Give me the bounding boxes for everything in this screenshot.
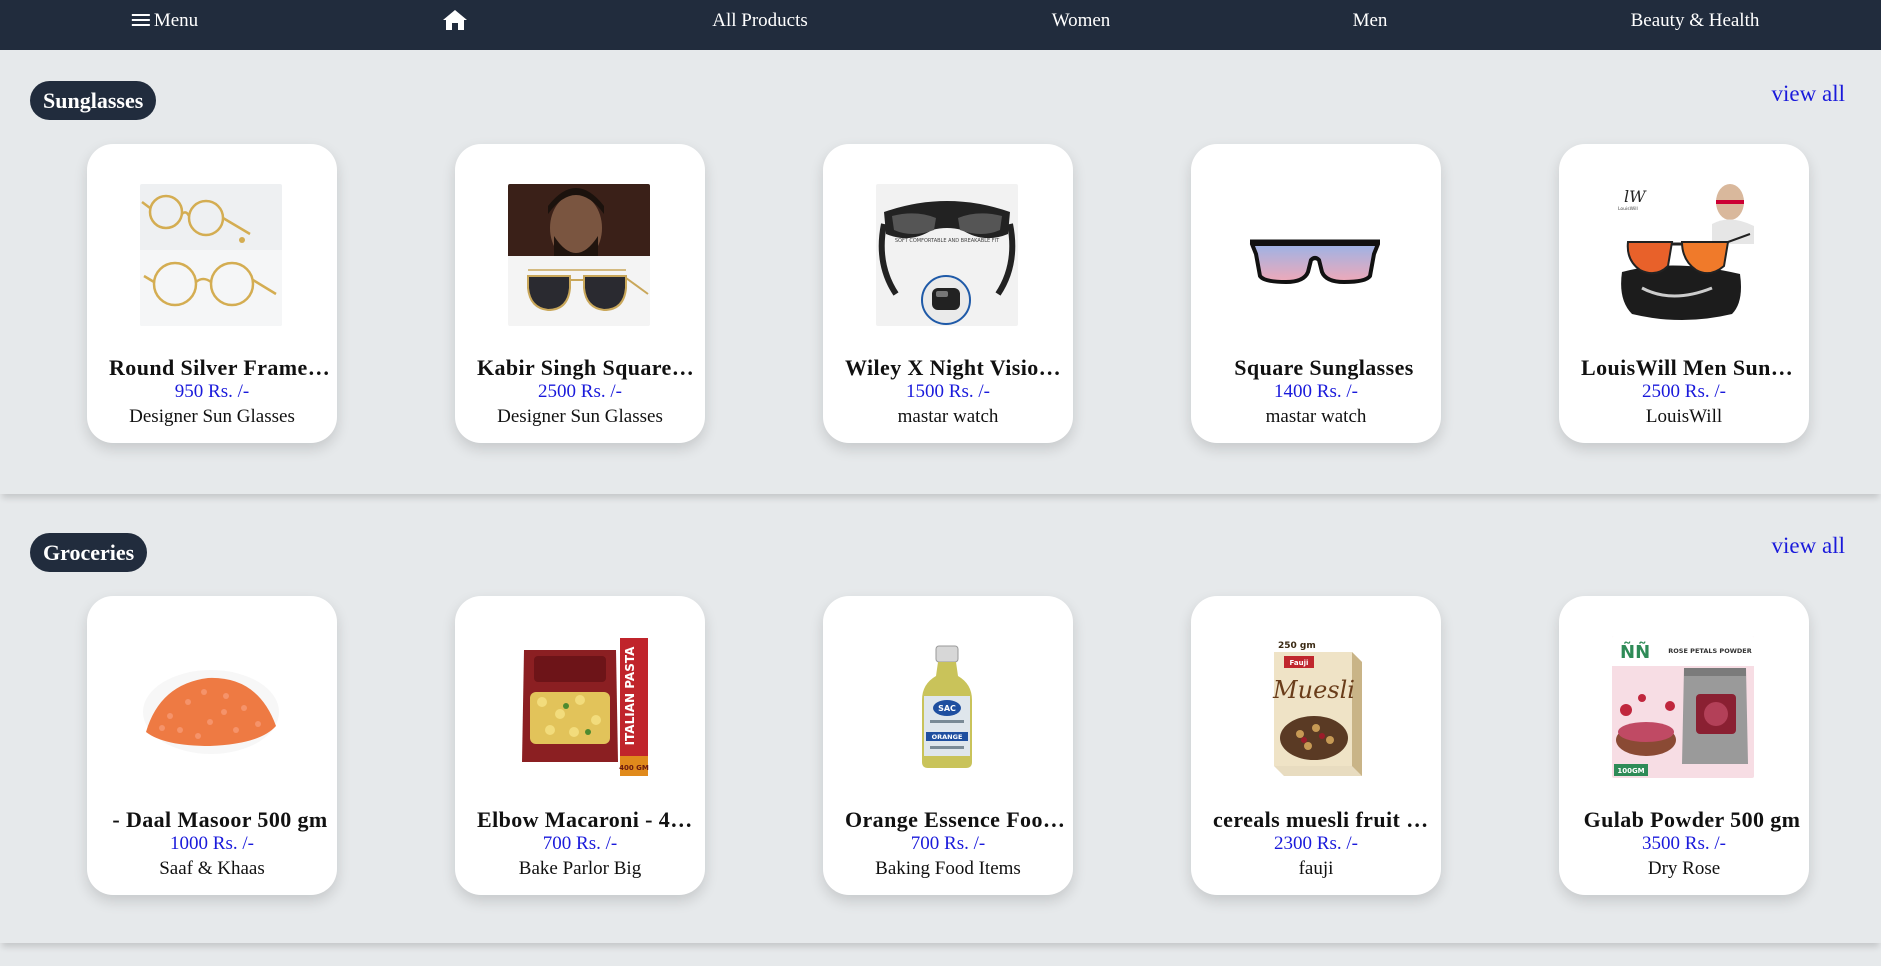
package-label-text: ITALIAN PASTA [623,646,637,746]
bottle-brand-text: SAC [938,704,956,713]
product-price: 3500 Rs. /- [1642,833,1726,854]
product-image: 250 gm Fauji Muesli [1244,636,1386,778]
product-card[interactable]: Kabir Singh Square Sunglasses 2500 Rs. /… [455,144,705,443]
brand-logo-text: LouisWill [1618,206,1638,212]
product-price: 1500 Rs. /- [906,381,990,402]
package-weight-text: 400 GM [619,764,649,772]
product-image: lW LouisWill [1612,184,1754,326]
brand-logo-mark: lW [1624,187,1647,206]
product-name: - Daal Masoor 500 gm [112,807,328,832]
product-name: Elbow Macaroni - 400 gm [477,807,699,832]
seller-logo: ÑÑ [1620,640,1650,663]
product-card[interactable]: SAC ORANGE Orange Essence Food Flavour 7… [823,596,1073,895]
product-price: 700 Rs. /- [542,833,618,854]
product-name: Kabir Singh Square Sunglasses [477,355,699,380]
product-name: LouisWill Men Sunglasses [1581,355,1803,380]
product-image: ITALIAN PASTA 400 GM [508,636,650,778]
section-title: Sunglasses [30,81,157,120]
nav-women[interactable]: Women [1052,0,1111,42]
product-price: 1000 Rs. /- [170,833,254,854]
package-weight-text: 100GM [1617,767,1644,775]
box-title-text: Muesli [1272,676,1355,704]
product-name: Wiley X Night Vision Glasses [845,355,1067,380]
nav-all-products[interactable]: All Products [712,0,808,42]
product-card[interactable]: SOFT COMFORTABLE AND BREAKABLE FIT Wiley… [823,144,1073,443]
home-icon [443,9,467,30]
product-card[interactable]: - Daal Masoor 500 gm 1000 Rs. /- Saaf & … [87,596,337,895]
product-card[interactable]: ITALIAN PASTA 400 GM Elbow Macaroni - 40… [455,596,705,895]
product-price: 700 Rs. /- [910,833,986,854]
product-price: 2300 Rs. /- [1274,833,1358,854]
home-button[interactable] [442,0,468,42]
section-sunglasses: Sunglasses view all Round Silver Frame S… [0,67,1881,494]
product-brand: Designer Sun Glasses [497,406,663,427]
product-image: SAC ORANGE [876,636,1018,778]
product-image [140,636,282,778]
product-image [508,184,650,326]
box-brand-text: Fauji [1290,659,1309,667]
menu-label: Menu [153,10,199,31]
product-brand: Dry Rose [1647,858,1721,879]
product-card[interactable]: Square Sunglasses 1400 Rs. /- mastar wat… [1191,144,1441,443]
section-groceries: Groceries view all - Daal Masoor 500 gm … [0,519,1881,943]
product-image [1244,184,1386,326]
bottle-label-text: ORANGE [932,733,963,741]
product-brand: mastar watch [1265,406,1367,427]
product-card[interactable]: Round Silver Frame Sunglasses 950 Rs. /-… [87,144,337,443]
product-card[interactable]: lW LouisWill LouisWill Men Sunglasses 25… [1559,144,1809,443]
product-image: SOFT COMFORTABLE AND BREAKABLE FIT [876,184,1018,326]
product-price: 950 Rs. /- [174,381,250,402]
product-image [140,184,282,326]
product-price: 2500 Rs. /- [1642,381,1726,402]
product-name: Square Sunglasses [1234,355,1414,380]
product-brand: Baking Food Items [875,858,1021,879]
product-name: Orange Essence Food Flavour [845,807,1067,832]
package-title-text: ROSE PETALS POWDER [1668,647,1751,655]
nav-men[interactable]: Men [1353,0,1388,42]
product-card[interactable]: ÑÑ ROSE PETALS POWDER 100GM Gulab Powder… [1559,596,1809,895]
view-all-link[interactable]: view all [1772,81,1845,107]
product-brand: mastar watch [897,406,999,427]
nav-beauty-health[interactable]: Beauty & Health [1631,0,1760,42]
product-name: Gulab Powder 500 gm [1583,807,1801,832]
product-brand: LouisWill [1645,406,1723,427]
product-name: cereals muesli fruit and nut [1213,807,1435,832]
top-navbar: Menu All Products Women Men Beauty & Hea… [0,0,1881,50]
hamburger-icon [131,11,150,29]
image-caption-text: SOFT COMFORTABLE AND BREAKABLE FIT [895,238,1000,244]
view-all-link[interactable]: view all [1772,533,1845,559]
product-brand: fauji [1298,858,1334,879]
product-card[interactable]: 250 gm Fauji Muesli cereals muesli fruit… [1191,596,1441,895]
box-weight-text: 250 gm [1278,641,1316,651]
product-price: 2500 Rs. /- [538,381,622,402]
product-brand: Bake Parlor Big [518,858,642,879]
product-brand: Designer Sun Glasses [129,406,295,427]
section-title: Groceries [30,533,148,572]
product-price: 1400 Rs. /- [1274,381,1358,402]
product-image: ÑÑ ROSE PETALS POWDER 100GM [1612,636,1754,778]
product-brand: Saaf & Khaas [159,858,265,879]
product-name: Round Silver Frame Sunglasses [109,355,331,380]
menu-button[interactable]: Menu [131,0,199,42]
